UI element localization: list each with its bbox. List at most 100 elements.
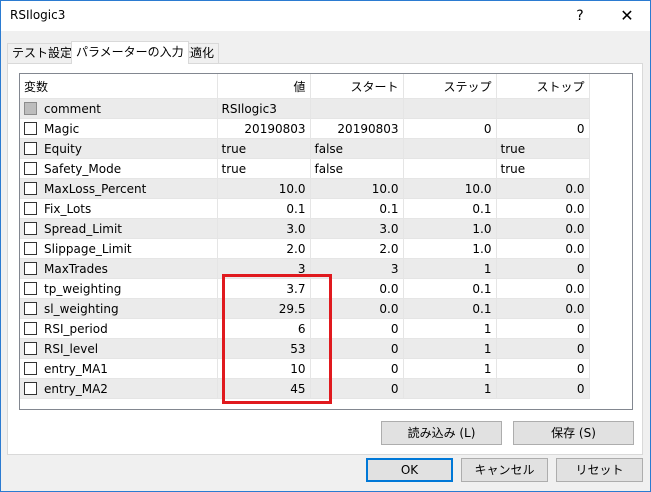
stop-cell[interactable]: 0.0 xyxy=(496,278,590,299)
start-cell[interactable]: 2.0 xyxy=(310,238,404,259)
start-cell[interactable]: 10.0 xyxy=(310,178,404,199)
stop-cell[interactable]: true xyxy=(496,158,590,179)
start-cell[interactable] xyxy=(310,98,404,119)
value-cell[interactable]: 2.0 xyxy=(217,238,311,259)
stop-cell[interactable]: 0 xyxy=(496,338,590,359)
table-row[interactable]: comment RSIlogic3 xyxy=(20,98,590,119)
table-row[interactable]: Slippage_Limit 2.0 2.0 1.0 0.0 xyxy=(20,238,590,259)
value-cell[interactable]: true xyxy=(217,158,311,179)
value-cell[interactable]: 3.7 xyxy=(217,278,311,299)
header-variable[interactable]: 変数 xyxy=(20,74,218,99)
start-cell[interactable]: 3 xyxy=(310,258,404,279)
optimize-checkbox[interactable] xyxy=(24,381,37,395)
start-cell[interactable]: 0.0 xyxy=(310,298,404,319)
value-cell[interactable]: 29.5 xyxy=(217,298,311,319)
stop-cell[interactable]: 0.0 xyxy=(496,238,590,259)
start-cell[interactable]: 0.1 xyxy=(310,198,404,219)
stop-cell[interactable]: 0.0 xyxy=(496,178,590,199)
step-cell[interactable]: 1 xyxy=(403,338,497,359)
step-cell[interactable]: 10.0 xyxy=(403,178,497,199)
step-cell[interactable]: 0.1 xyxy=(403,298,497,319)
step-cell[interactable]: 0.1 xyxy=(403,198,497,219)
table-row[interactable]: Spread_Limit 3.0 3.0 1.0 0.0 xyxy=(20,218,590,239)
cancel-button[interactable]: キャンセル xyxy=(461,458,548,482)
table-row[interactable]: RSI_level 53 0 1 0 xyxy=(20,338,590,359)
ok-button[interactable]: OK xyxy=(366,458,453,482)
reset-button[interactable]: リセット xyxy=(556,458,643,482)
step-cell[interactable] xyxy=(403,138,497,159)
table-row[interactable]: Equity true false true xyxy=(20,138,590,159)
step-cell[interactable]: 1 xyxy=(403,358,497,379)
table-row[interactable]: MaxTrades 3 3 1 0 xyxy=(20,258,590,279)
table-row[interactable]: Safety_Mode true false true xyxy=(20,158,590,179)
start-cell[interactable]: 0.0 xyxy=(310,278,404,299)
optimize-checkbox[interactable] xyxy=(24,361,37,375)
tab-test-settings[interactable]: テスト設定 xyxy=(7,43,78,63)
stop-cell[interactable]: 0 xyxy=(496,118,590,139)
step-cell[interactable]: 1.0 xyxy=(403,238,497,259)
optimize-checkbox[interactable] xyxy=(24,241,37,255)
table-row[interactable]: sl_weighting 29.5 0.0 0.1 0.0 xyxy=(20,298,590,319)
header-stop[interactable]: ストップ xyxy=(496,74,590,99)
optimize-checkbox[interactable] xyxy=(24,281,37,295)
table-row[interactable]: tp_weighting 3.7 0.0 0.1 0.0 xyxy=(20,278,590,299)
value-cell[interactable]: 3.0 xyxy=(217,218,311,239)
value-cell[interactable]: 53 xyxy=(217,338,311,359)
table-row[interactable]: entry_MA2 45 0 1 0 xyxy=(20,378,590,399)
value-cell[interactable]: 3 xyxy=(217,258,311,279)
step-cell[interactable]: 1.0 xyxy=(403,218,497,239)
value-cell[interactable]: 10.0 xyxy=(217,178,311,199)
value-cell[interactable]: true xyxy=(217,138,311,159)
stop-cell[interactable]: 0 xyxy=(496,378,590,399)
header-step[interactable]: ステップ xyxy=(403,74,497,99)
table-row[interactable]: Magic 20190803 20190803 0 0 xyxy=(20,118,590,139)
value-cell[interactable]: RSIlogic3 xyxy=(217,98,311,119)
stop-cell[interactable] xyxy=(496,98,590,119)
start-cell[interactable]: false xyxy=(310,138,404,159)
start-cell[interactable]: false xyxy=(310,158,404,179)
step-cell[interactable]: 1 xyxy=(403,258,497,279)
value-cell[interactable]: 10 xyxy=(217,358,311,379)
optimize-checkbox[interactable] xyxy=(24,301,37,315)
optimize-checkbox[interactable] xyxy=(24,161,37,175)
optimize-checkbox[interactable] xyxy=(24,201,37,215)
step-cell[interactable] xyxy=(403,158,497,179)
step-cell[interactable]: 0.1 xyxy=(403,278,497,299)
start-cell[interactable]: 3.0 xyxy=(310,218,404,239)
value-cell[interactable]: 20190803 xyxy=(217,118,311,139)
header-start[interactable]: スタート xyxy=(310,74,404,99)
tab-parameter-input[interactable]: パラメーターの入力 xyxy=(71,41,189,64)
stop-cell[interactable]: 0 xyxy=(496,318,590,339)
value-cell[interactable]: 45 xyxy=(217,378,311,399)
table-row[interactable]: entry_MA1 10 0 1 0 xyxy=(20,358,590,379)
optimize-checkbox[interactable] xyxy=(24,261,37,275)
optimize-checkbox[interactable] xyxy=(24,321,37,335)
start-cell[interactable]: 0 xyxy=(310,338,404,359)
optimize-checkbox[interactable] xyxy=(24,141,37,155)
help-button[interactable]: ? xyxy=(557,1,603,31)
optimize-checkbox[interactable] xyxy=(24,221,37,235)
start-cell[interactable]: 20190803 xyxy=(310,118,404,139)
table-row[interactable]: RSI_period 6 0 1 0 xyxy=(20,318,590,339)
start-cell[interactable]: 0 xyxy=(310,378,404,399)
step-cell[interactable] xyxy=(403,98,497,119)
stop-cell[interactable]: 0.0 xyxy=(496,198,590,219)
close-icon[interactable]: ✕ xyxy=(604,1,650,31)
header-value[interactable]: 値 xyxy=(217,74,311,99)
optimize-checkbox[interactable] xyxy=(24,341,37,355)
step-cell[interactable]: 1 xyxy=(403,318,497,339)
start-cell[interactable]: 0 xyxy=(310,318,404,339)
load-button[interactable]: 読み込み (L) xyxy=(381,421,502,445)
stop-cell[interactable]: 0 xyxy=(496,358,590,379)
stop-cell[interactable]: 0.0 xyxy=(496,298,590,319)
step-cell[interactable]: 0 xyxy=(403,118,497,139)
stop-cell[interactable]: 0.0 xyxy=(496,218,590,239)
optimize-checkbox[interactable] xyxy=(24,121,37,135)
save-button[interactable]: 保存 (S) xyxy=(513,421,634,445)
table-row[interactable]: MaxLoss_Percent 10.0 10.0 10.0 0.0 xyxy=(20,178,590,199)
start-cell[interactable]: 0 xyxy=(310,358,404,379)
table-row[interactable]: Fix_Lots 0.1 0.1 0.1 0.0 xyxy=(20,198,590,219)
value-cell[interactable]: 6 xyxy=(217,318,311,339)
stop-cell[interactable]: 0 xyxy=(496,258,590,279)
step-cell[interactable]: 1 xyxy=(403,378,497,399)
